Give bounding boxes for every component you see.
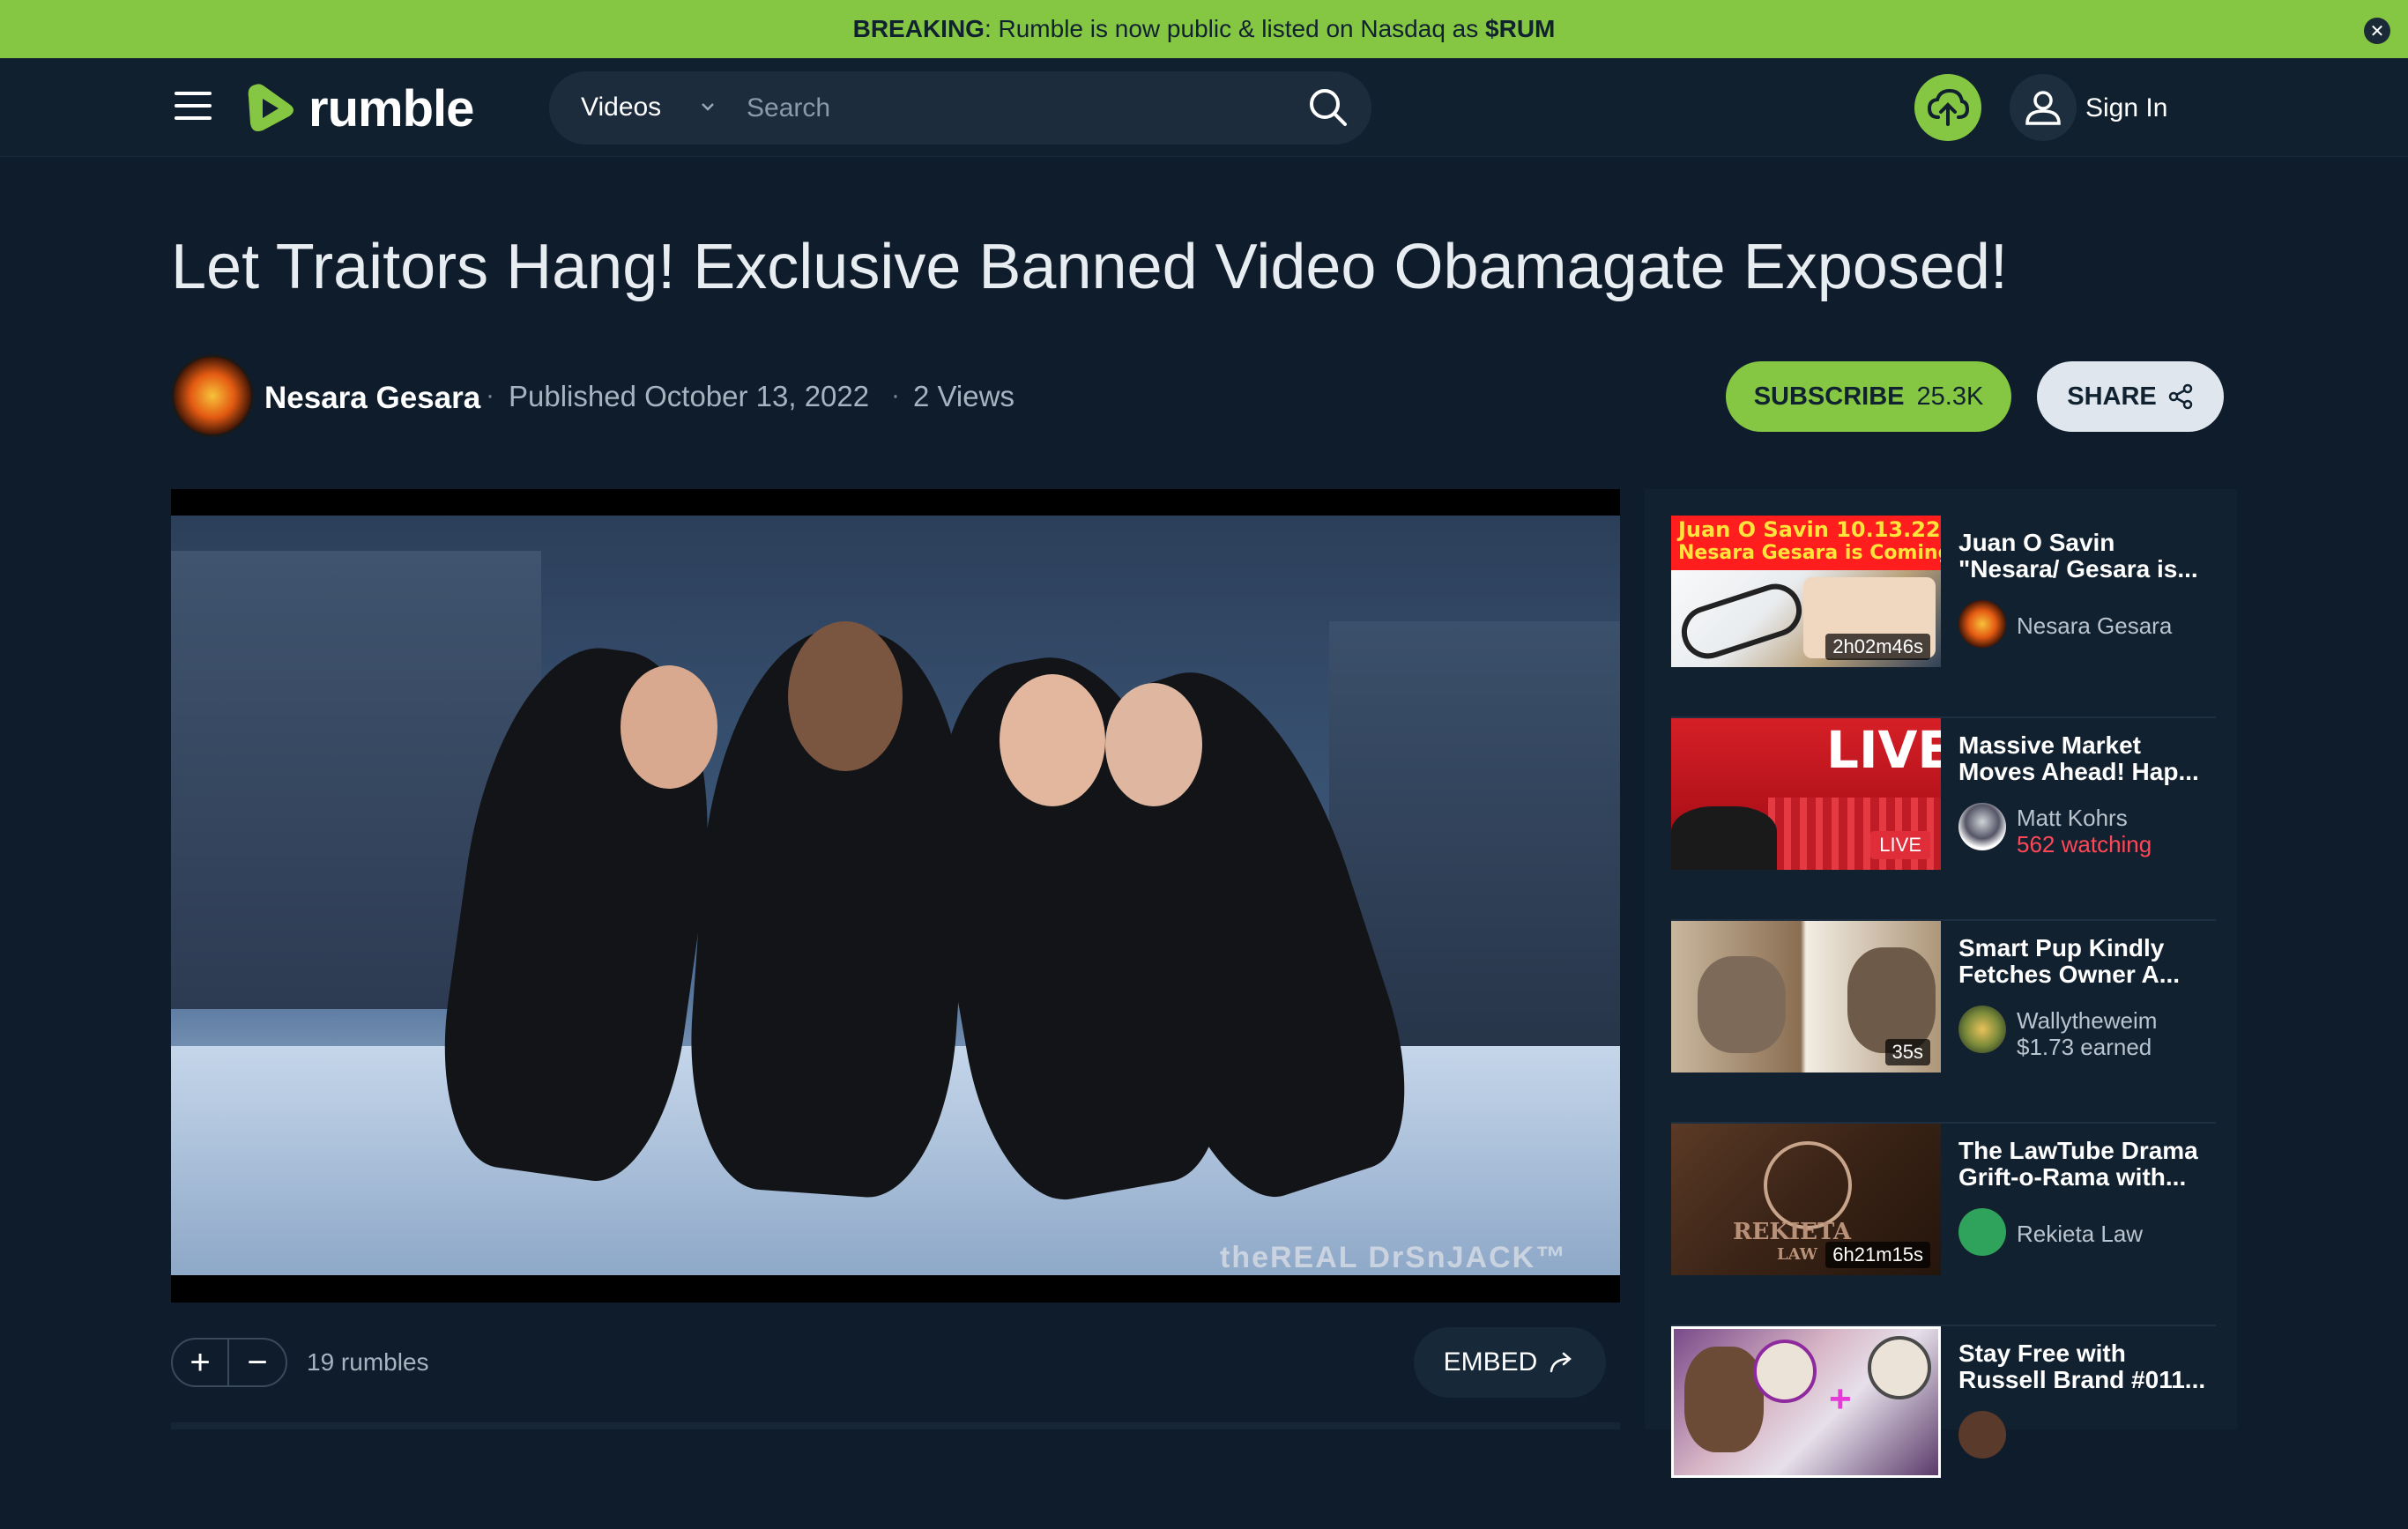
rumble-logo[interactable]: rumble: [245, 79, 474, 137]
channel-avatar[interactable]: [1958, 1208, 2006, 1256]
search-icon[interactable]: [1306, 85, 1350, 130]
video-thumbnail[interactable]: LIVE LIVE: [1671, 718, 1941, 870]
video-watermark: theREAL DrSnJACK™: [1220, 1241, 1568, 1274]
rumble-vote-control: + −: [171, 1338, 287, 1387]
related-video-item[interactable]: REKIETA LAW 6h21m15s The LawTube Drama G…: [1671, 1124, 2216, 1326]
video-duration: 2h02m46s: [1825, 634, 1930, 660]
related-videos-sidebar: Juan O Savin 10.13.22 Nesara Gesara is C…: [1645, 489, 2237, 1478]
related-video-item[interactable]: LIVE LIVE Massive Market Moves Ahead! Ha…: [1671, 718, 2216, 921]
video-duration: 35s: [1884, 1039, 1930, 1065]
downvote-button[interactable]: −: [229, 1340, 286, 1385]
separator-dot: ·: [891, 381, 900, 410]
related-channel-name[interactable]: Wallytheweim: [2017, 1007, 2157, 1035]
upvote-button[interactable]: +: [173, 1340, 230, 1385]
banner-label: BREAKING: [852, 15, 985, 42]
related-video-title[interactable]: Massive Market Moves Ahead! Hap...: [1958, 732, 2216, 785]
user-avatar-button[interactable]: [2010, 74, 2077, 141]
subscribe-label: SUBSCRIBE: [1753, 382, 1905, 411]
related-channel-name[interactable]: Rekieta Law: [2017, 1221, 2143, 1248]
share-button[interactable]: SHARE: [2037, 361, 2224, 432]
live-badge: LIVE: [1870, 831, 1930, 859]
related-video-item[interactable]: + Stay Free with Russell Brand #011...: [1671, 1326, 2216, 1529]
channel-name[interactable]: Nesara Gesara: [264, 381, 480, 416]
search-bar: Videos: [549, 71, 1371, 145]
chevron-down-icon[interactable]: [699, 98, 717, 115]
live-viewer-count: 562 watching: [2017, 831, 2152, 857]
rumble-count: 19 rumbles: [307, 1348, 429, 1376]
upload-button[interactable]: [1914, 74, 1981, 141]
channel-avatar[interactable]: [1958, 1006, 2006, 1053]
video-player[interactable]: theREAL DrSnJACK™: [171, 489, 1620, 1303]
earned-amount: $1.73 earned: [2017, 1034, 2152, 1060]
published-date: Published October 13, 2022: [509, 380, 870, 412]
related-channel-name[interactable]: Nesara Gesara: [2017, 612, 2172, 640]
menu-icon[interactable]: [175, 92, 213, 122]
related-video-title[interactable]: The LawTube Drama Grift-o-Rama with...: [1958, 1138, 2216, 1191]
share-label: SHARE: [2067, 382, 2157, 411]
thumbnail-text: LAW: [1777, 1245, 1817, 1264]
search-category-select[interactable]: Videos: [581, 93, 661, 122]
view-count: 2 Views: [913, 380, 1014, 412]
video-duration: 6h21m15s: [1825, 1242, 1930, 1268]
related-video-item[interactable]: Juan O Savin 10.13.22 Nesara Gesara is C…: [1671, 516, 2216, 718]
logo-text: rumble: [308, 79, 474, 137]
channel-avatar[interactable]: [1958, 1411, 2006, 1458]
channel-avatar[interactable]: [1958, 803, 2006, 850]
close-banner-icon[interactable]: ✕: [2364, 18, 2390, 44]
thumbnail-text: Juan O Savin 10.13.22: [1678, 517, 1941, 542]
thumbnail-text: Nesara Gesara is Coming: [1678, 542, 1941, 564]
subscribe-button[interactable]: SUBSCRIBE 25.3K: [1726, 361, 2011, 432]
separator-dot: ·: [486, 381, 494, 410]
channel-avatar[interactable]: [171, 354, 254, 437]
banner-text: : Rumble is now public & listed on Nasda…: [984, 15, 1486, 42]
sign-in-link[interactable]: Sign In: [2085, 93, 2167, 123]
video-title: Let Traitors Hang! Exclusive Banned Vide…: [171, 232, 2008, 302]
channel-avatar[interactable]: [1958, 600, 2006, 648]
announcement-banner: BREAKING : Rumble is now public & listed…: [0, 0, 2408, 58]
site-header: rumble Videos Sign In: [0, 58, 2408, 157]
video-thumbnail[interactable]: 35s: [1671, 921, 1941, 1073]
video-thumbnail[interactable]: +: [1671, 1326, 1941, 1478]
related-video-title[interactable]: Stay Free with Russell Brand #011...: [1958, 1340, 2216, 1393]
embed-label: EMBED: [1443, 1347, 1538, 1377]
related-video-title[interactable]: Juan O Savin "Nesara/ Gesara is...: [1958, 530, 2216, 583]
search-input[interactable]: [747, 84, 1275, 133]
banner-ticker: $RUM: [1485, 15, 1556, 42]
video-frame[interactable]: theREAL DrSnJACK™: [171, 516, 1620, 1275]
rumble-play-icon: [248, 84, 294, 131]
upload-cloud-icon: [1927, 88, 1970, 126]
related-video-title[interactable]: Smart Pup Kindly Fetches Owner A...: [1958, 935, 2216, 988]
forward-arrow-icon: [1550, 1352, 1572, 1373]
subscriber-count: 25.3K: [1916, 382, 1984, 411]
thumbnail-text: LIVE: [1826, 720, 1941, 780]
share-icon: [2168, 383, 2192, 410]
related-channel-name[interactable]: Matt Kohrs: [2017, 805, 2128, 832]
video-thumbnail[interactable]: Juan O Savin 10.13.22 Nesara Gesara is C…: [1671, 516, 1941, 667]
video-thumbnail[interactable]: REKIETA LAW 6h21m15s: [1671, 1124, 1941, 1275]
user-icon: [2025, 91, 2061, 125]
related-video-item[interactable]: 35s Smart Pup Kindly Fetches Owner A... …: [1671, 921, 2216, 1124]
embed-button[interactable]: EMBED: [1414, 1327, 1606, 1398]
